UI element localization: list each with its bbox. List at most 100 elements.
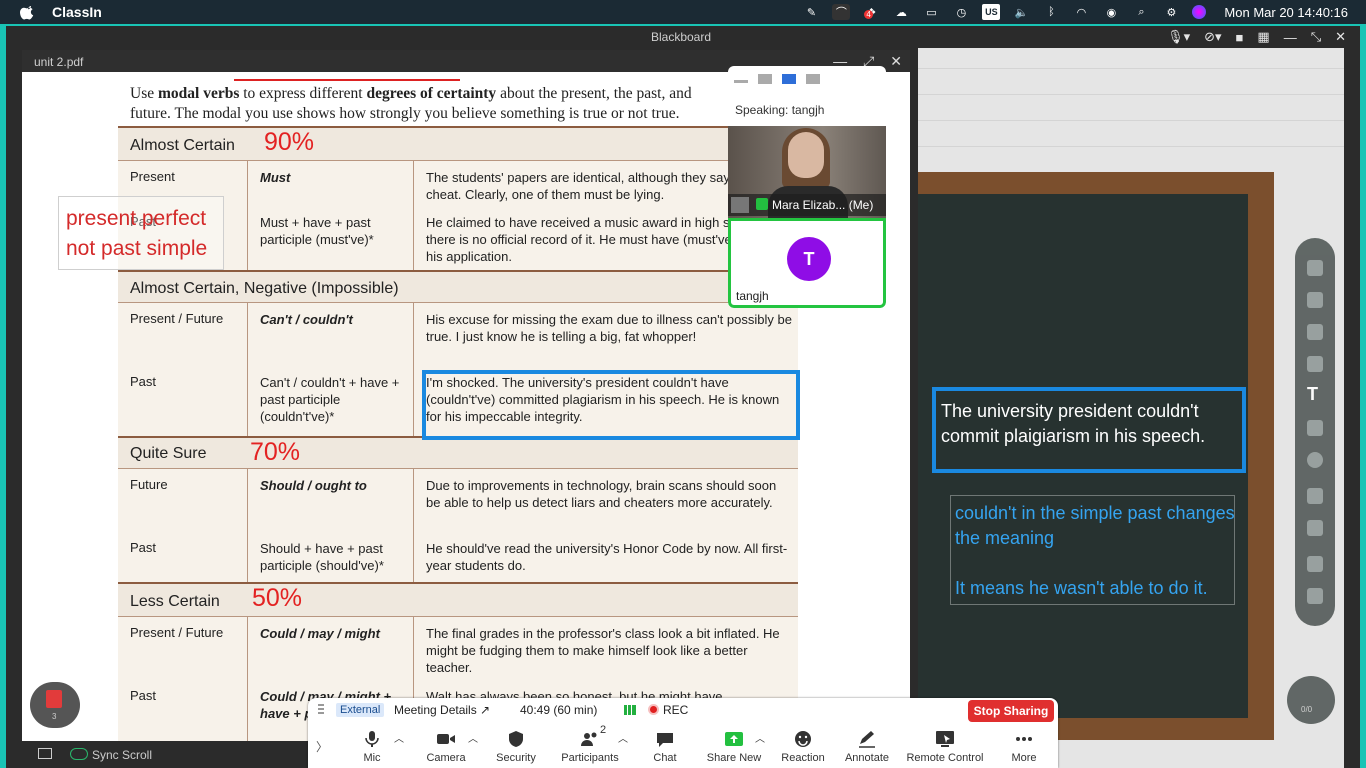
form-cell: Could / may / might (260, 626, 380, 641)
eraser-tool-icon[interactable] (1307, 356, 1323, 372)
time-machine-icon[interactable]: ◷ (952, 4, 970, 20)
participants-button[interactable]: 2 Participants (556, 724, 624, 764)
menubar-clock[interactable]: Mon Mar 20 14:40:16 (1224, 5, 1348, 20)
chat-button[interactable]: Chat (631, 726, 699, 764)
participants-options-caret-icon[interactable]: ︿ (618, 730, 628, 745)
drag-handle-icon[interactable] (318, 704, 324, 716)
minimize-view-icon[interactable] (734, 80, 748, 83)
form-cell: Must (260, 170, 291, 185)
section-almost-certain-negative: Almost Certain, Negative (Impossible) (118, 270, 798, 302)
apple-logo-icon[interactable] (20, 4, 36, 20)
macos-menubar: ClassIn ✎ ⌒ ❖4 ☁ ▭ ◷ US 🔈 ᛒ ◠ ◉ ⌕ ⚙ Mon … (0, 0, 1366, 24)
intro-bold-degrees: degrees of certainty (366, 85, 497, 102)
external-badge: External (336, 703, 385, 717)
percent-annotation: 90% (264, 128, 315, 156)
signal-strength-icon[interactable] (624, 705, 636, 715)
drawing-toolbar: T (1295, 238, 1335, 626)
board-sentence[interactable]: The university president couldn't commit… (941, 399, 1241, 449)
participant-video[interactable]: T tangjh (728, 218, 886, 308)
stop-sharing-button[interactable]: Stop Sharing (968, 700, 1054, 722)
more-dots-icon (1016, 737, 1032, 741)
shield-icon (509, 731, 523, 747)
gallery-view-icon[interactable] (806, 74, 820, 84)
text-tool-icon[interactable]: T (1307, 384, 1323, 404)
annotate-label: Annotate (844, 752, 890, 764)
user-icon[interactable]: ◉ (1102, 4, 1120, 20)
self-name: Mara Elizab... (Me) (772, 198, 874, 212)
table-row: Present / Future Can't / couldn't His ex… (118, 302, 798, 366)
board-page-button[interactable]: 0/0 (1287, 676, 1335, 724)
pointer-tool-icon[interactable] (1307, 260, 1323, 276)
share-options-caret-icon[interactable]: ︿ (755, 730, 765, 745)
sync-scroll-label: Sync Scroll (92, 748, 153, 762)
siri-icon[interactable] (1192, 5, 1207, 19)
collapse-chevron-icon[interactable]: 〉 (316, 738, 328, 755)
intro-paragraph: Use modal verbs to express different deg… (130, 84, 770, 124)
strip-view-icon[interactable] (782, 74, 796, 84)
spotlight-search-icon[interactable]: ⌕ (1132, 4, 1150, 20)
remote-control-button[interactable]: Remote Control (905, 726, 985, 764)
meeting-details-link[interactable]: Meeting Details ↗ (394, 703, 490, 717)
shape-tool-icon[interactable] (1307, 452, 1323, 468)
camera-options-caret-icon[interactable]: ︿ (468, 730, 478, 745)
time-cell: Future (130, 477, 168, 492)
control-center-icon[interactable]: ⚙ (1162, 4, 1180, 20)
recording-label[interactable]: REC (663, 703, 688, 717)
annotation-text[interactable]: present perfect not past simple (66, 204, 226, 264)
minimize-icon[interactable]: — (1284, 30, 1297, 45)
restore-icon[interactable]: ⤡ (1311, 29, 1321, 45)
board-page-indicator: 0/0 (1301, 705, 1313, 714)
board-note[interactable]: couldn't in the simple past changes the … (955, 501, 1235, 601)
layout-grid-icon[interactable]: ▦ (1257, 29, 1269, 45)
window-titlebar: Blackboard 🎙▾ ⊘▾ ■ ▦ — ⤡ ✕ (6, 26, 1360, 48)
more-label: More (1011, 752, 1037, 764)
students-icon[interactable] (1307, 588, 1323, 604)
sync-scroll-toggle[interactable] (70, 748, 88, 760)
sidebar-toggle-icon[interactable] (38, 748, 52, 759)
time-cell: Past (130, 374, 157, 389)
annotate-button[interactable]: Annotate (833, 726, 901, 764)
wechat-icon[interactable]: ☁ (892, 4, 910, 20)
video-thumbnail-panel[interactable]: Speaking: tangjh Mara Elizab... (Me) T t… (728, 66, 886, 308)
scissors-tool-icon[interactable] (1307, 420, 1323, 436)
chat-bubble-icon[interactable] (1307, 556, 1323, 572)
board-note-line2: It means he wasn't able to do it. (955, 578, 1208, 598)
more-button[interactable]: More (990, 726, 1058, 764)
classin-tray-icon[interactable]: ✎ (802, 4, 820, 20)
speaker-view-icon[interactable] (758, 74, 772, 84)
speaking-indicator: Speaking: tangjh (735, 103, 825, 117)
participant-face (788, 132, 824, 178)
app-name[interactable]: ClassIn (52, 4, 102, 20)
meeting-details-label: Meeting Details (394, 703, 477, 717)
mic-dropdown-icon[interactable]: 🎙▾ (1167, 29, 1190, 45)
participants-icon (581, 732, 597, 746)
form-cell: Can't / couldn't (260, 312, 353, 327)
pdf-close-icon[interactable]: ✕ (890, 53, 902, 70)
zoom-tray-icon[interactable]: ⌒ (832, 4, 851, 20)
dropbox-icon[interactable]: ❖4 (862, 4, 880, 20)
camera-icon[interactable]: ■ (1236, 30, 1244, 45)
pen-tool-icon[interactable] (1307, 324, 1323, 340)
close-icon[interactable]: ✕ (1335, 29, 1346, 45)
mic-icon (365, 731, 379, 747)
column-divider (413, 302, 414, 436)
bluetooth-icon[interactable]: ᛒ (1042, 4, 1060, 20)
pdf-page-count: 3 (52, 712, 57, 721)
pdf-page-button[interactable]: 3 (30, 682, 80, 728)
security-button[interactable]: Security (482, 726, 550, 764)
chat-icon (657, 733, 673, 747)
reaction-button[interactable]: Reaction (769, 726, 837, 764)
mic-options-caret-icon[interactable]: ︿ (394, 730, 404, 745)
cloud-drive-icon[interactable] (1307, 488, 1323, 504)
input-source-icon[interactable]: US (982, 4, 1001, 20)
example-cell: He should've read the university's Honor… (426, 541, 788, 573)
select-tool-icon[interactable] (1307, 292, 1323, 308)
time-cell: Present / Future (130, 311, 224, 326)
avatar-icon (731, 197, 749, 213)
wifi-icon[interactable]: ◠ (1072, 4, 1090, 20)
toolbox-icon[interactable] (1307, 520, 1323, 536)
speaker-off-icon[interactable]: ⊘▾ (1204, 29, 1221, 45)
battery-icon[interactable]: ▭ (922, 4, 940, 20)
column-divider (413, 160, 414, 270)
volume-icon[interactable]: 🔈 (1012, 4, 1030, 20)
